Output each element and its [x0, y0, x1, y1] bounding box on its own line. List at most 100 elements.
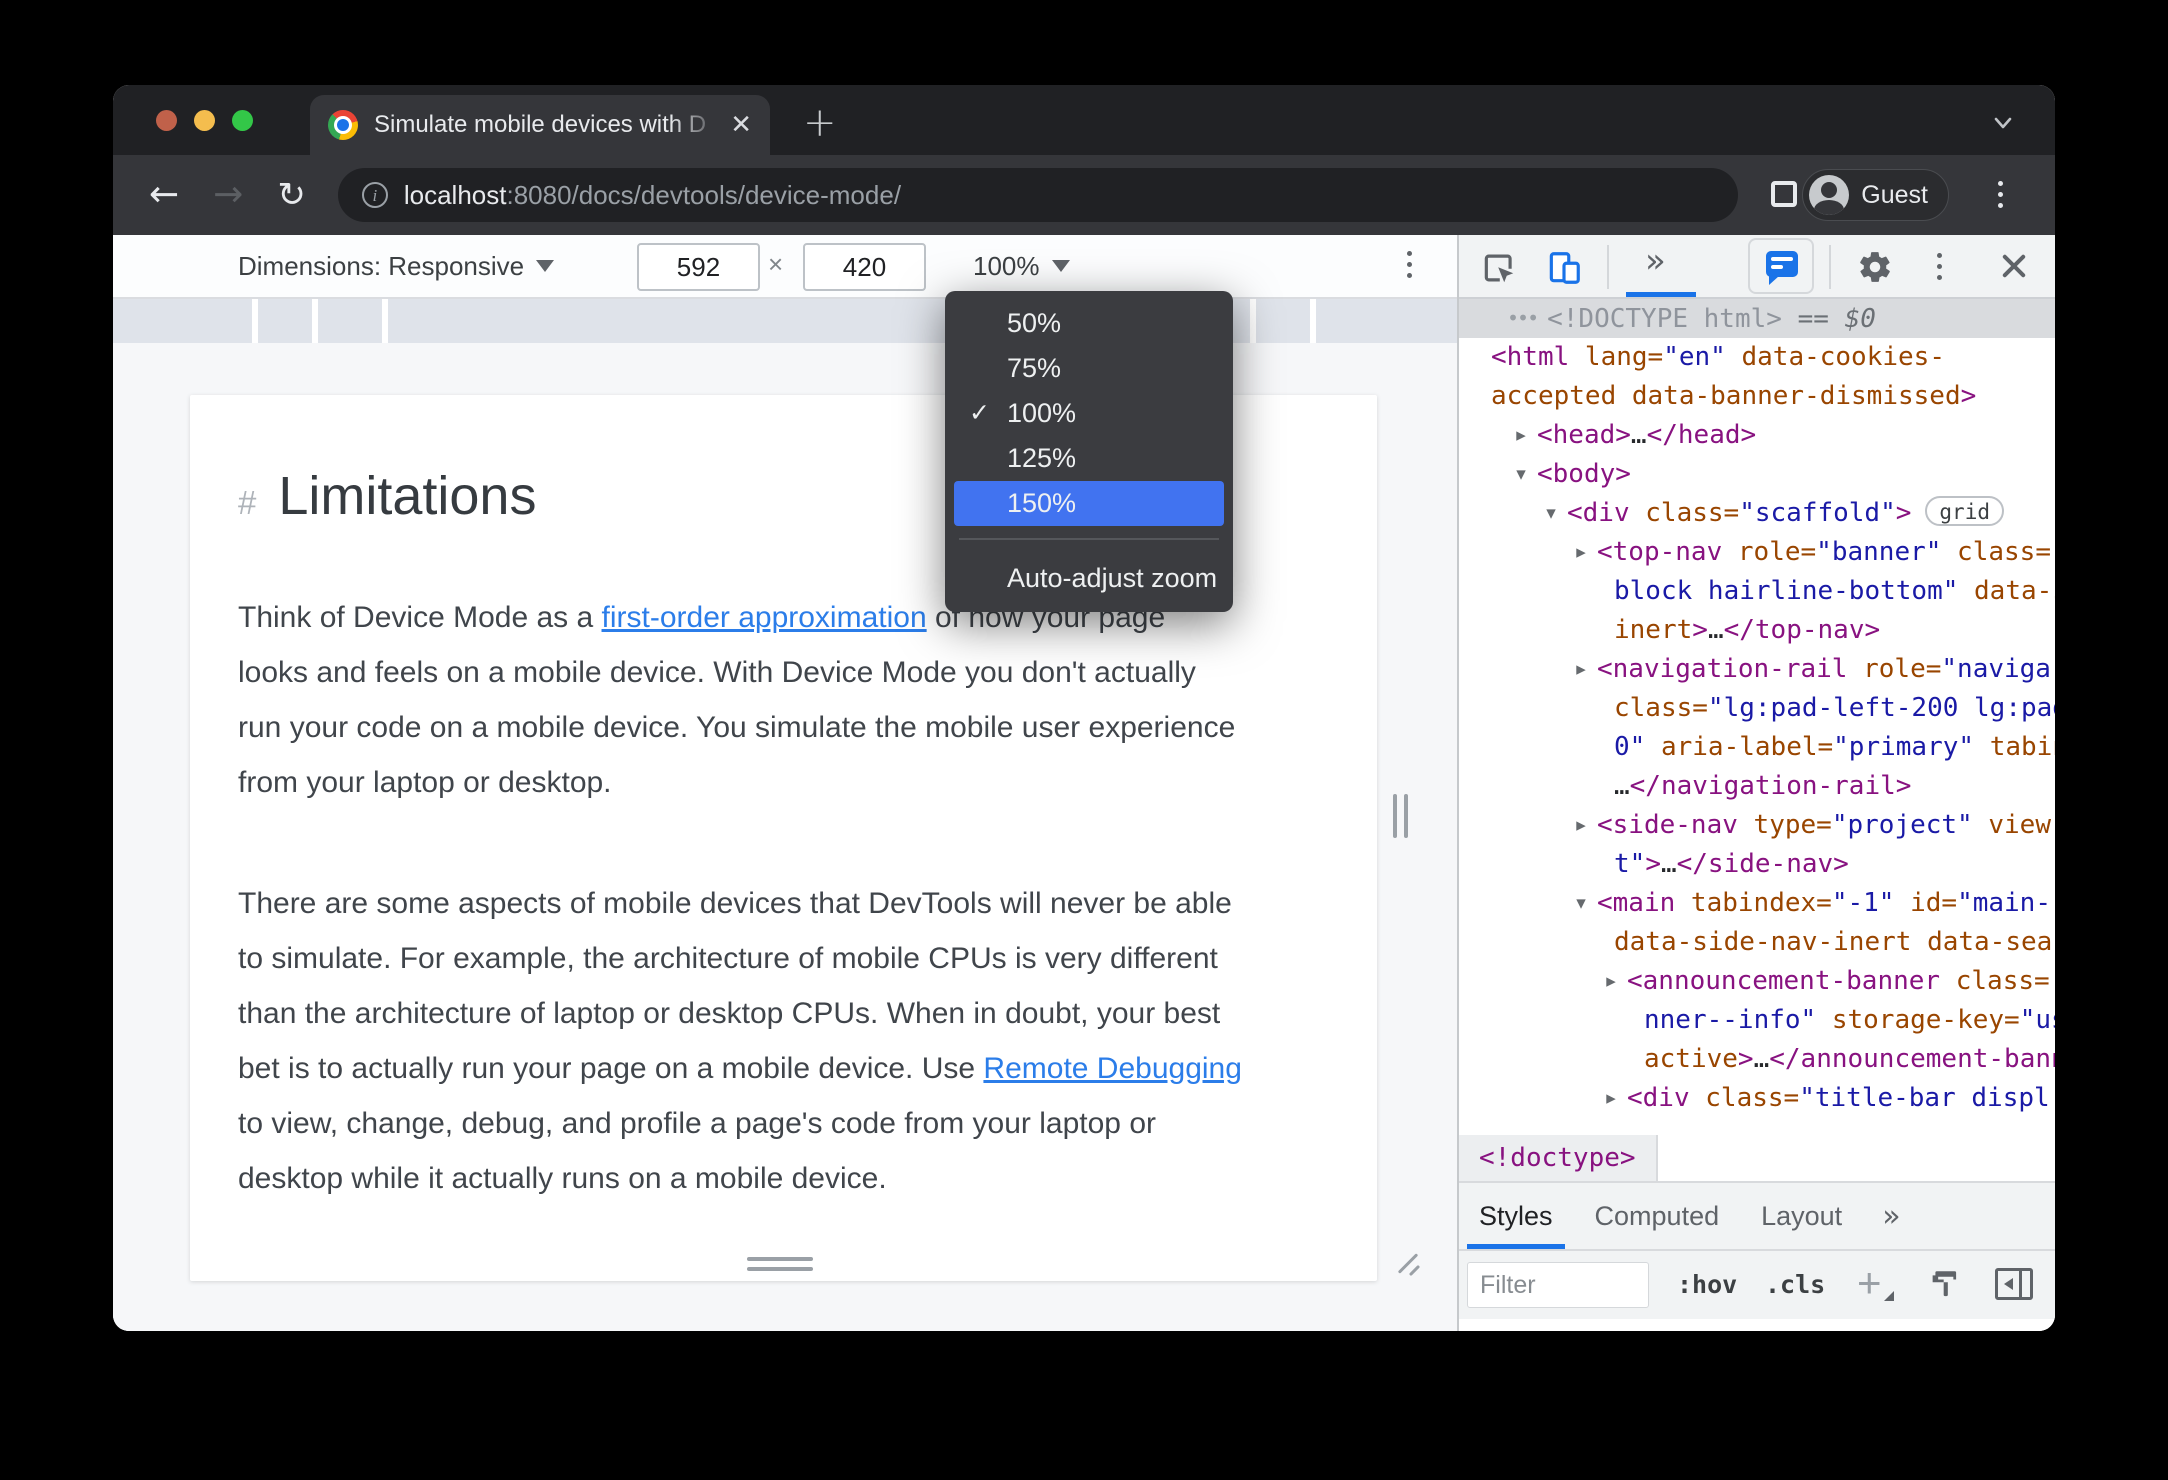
new-style-rule-button[interactable]: + — [1857, 1259, 1893, 1307]
dom-tree-line[interactable]: block hairline-bottom" data-s — [1459, 572, 2055, 611]
expand-arrow-icon[interactable]: ▸ — [1599, 1079, 1623, 1118]
more-tabs-icon[interactable]: » — [1882, 1199, 1900, 1234]
browser-window: Simulate mobile devices with D ✕ + ← → ↻… — [113, 85, 2055, 1331]
text-link[interactable]: Remote Debugging — [983, 1052, 1242, 1085]
dom-tree-line[interactable]: inert>…</top-nav> — [1459, 611, 2055, 650]
browser-menu-icon[interactable] — [1998, 181, 2003, 208]
dom-tree-line[interactable]: active>…</announcement-bann — [1459, 1040, 2055, 1079]
viewport-resize-handle-bottom[interactable] — [747, 1257, 813, 1271]
code-token: aria-label= — [1645, 732, 1834, 762]
code-token: "banner" — [1816, 537, 1942, 567]
dom-tree-line[interactable]: …</navigation-rail> — [1459, 767, 2055, 806]
dom-tree-line[interactable]: ▸ <head>…</head> — [1459, 416, 2055, 455]
inspect-element-icon[interactable] — [1480, 249, 1518, 287]
active-panel-indicator — [1626, 292, 1696, 297]
expand-arrow-icon[interactable]: ▸ — [1569, 650, 1593, 689]
devtools-menu-icon[interactable] — [1937, 253, 1942, 280]
side-panel-icon[interactable] — [1771, 181, 1797, 207]
device-toolbar-toggle-icon[interactable] — [1545, 249, 1583, 287]
styles-pane-tabs: Styles Computed Layout » — [1459, 1183, 2055, 1251]
breadcrumb[interactable]: <!doctype> — [1459, 1135, 1658, 1181]
tab-computed[interactable]: Computed — [1595, 1183, 1720, 1249]
expand-arrow-icon[interactable]: ▸ — [1569, 806, 1593, 845]
dom-tree-line[interactable]: 0" aria-label="primary" tabin — [1459, 728, 2055, 767]
dom-tree-line[interactable]: ▸ <navigation-rail role="naviga — [1459, 650, 2055, 689]
zoom-select[interactable]: 100% — [973, 235, 1070, 297]
profile-button[interactable]: Guest — [1802, 169, 1949, 221]
dom-tree-line[interactable]: class="lg:pad-left-200 lg:pad — [1459, 689, 2055, 728]
code-token: storage-key= — [1816, 1005, 2020, 1035]
text-run: than the architecture of laptop or deskt… — [238, 997, 1221, 1030]
tab-styles[interactable]: Styles — [1467, 1183, 1564, 1249]
grid-badge[interactable]: grid — [1925, 496, 2004, 526]
menu-item-75pct[interactable]: 75% — [945, 346, 1233, 391]
feedback-button[interactable] — [1748, 238, 1814, 294]
heading-anchor-hash[interactable]: # — [238, 484, 256, 522]
dom-tree-line[interactable]: ▾ <body> — [1459, 455, 2055, 494]
viewport-height-input[interactable] — [803, 243, 926, 291]
menu-item-150pct[interactable]: 150% — [954, 481, 1224, 526]
code-token: <!DOCTYPE html> — [1547, 304, 1782, 334]
dimensions-select[interactable]: Dimensions: Responsive — [238, 235, 555, 297]
chevron-down-icon — [1051, 260, 1070, 272]
dom-tree-line[interactable]: t">…</side-nav> — [1459, 845, 2055, 884]
expand-arrow-icon[interactable]: ▸ — [1569, 533, 1593, 572]
expand-arrow-icon[interactable]: ▸ — [1599, 962, 1623, 1001]
browser-tab[interactable]: Simulate mobile devices with D ✕ — [310, 95, 770, 155]
menu-item-label: 50% — [1007, 308, 1062, 338]
text-link[interactable]: first-order approximation — [602, 601, 927, 634]
collapse-arrow-icon[interactable]: ▾ — [1539, 494, 1563, 533]
dom-tree-line[interactable]: ▾ <main tabindex="-1" id="main- — [1459, 884, 2055, 923]
macos-minimize-button[interactable] — [194, 110, 215, 131]
tab-layout[interactable]: Layout — [1761, 1183, 1842, 1249]
macos-fullscreen-button[interactable] — [232, 110, 253, 131]
dom-tree-line[interactable]: ▸ <side-nav type="project" view — [1459, 806, 2055, 845]
back-button[interactable]: ← — [149, 177, 179, 213]
menu-item-50pct[interactable]: 50% — [945, 301, 1233, 346]
dom-tree-line[interactable]: ▸ <div class="title-bar displ — [1459, 1079, 2055, 1118]
code-token: ••• — [1507, 306, 1539, 330]
macos-close-button[interactable] — [156, 110, 177, 131]
dom-tree-line[interactable]: ▾ <div class="scaffold"> grid — [1459, 494, 2055, 533]
address-bar[interactable]: i localhost:8080/docs/devtools/device-mo… — [337, 168, 1738, 222]
devtools-toolbar: » — [1459, 235, 2055, 299]
code-token: view — [1972, 810, 2051, 840]
styles-filter-input[interactable] — [1467, 1262, 1649, 1308]
settings-gear-icon[interactable] — [1857, 249, 1893, 285]
toggle-element-state-button[interactable]: :hov — [1677, 1251, 1737, 1319]
new-tab-button[interactable]: + — [803, 103, 837, 143]
tab-close-icon[interactable]: ✕ — [730, 110, 752, 140]
menu-item-125pct[interactable]: 125% — [945, 436, 1233, 481]
tab-search-chevron-icon[interactable] — [1993, 113, 2013, 133]
profile-name: Guest — [1861, 180, 1928, 209]
menu-item-auto-adjust-zoom[interactable]: Auto-adjust zoom — [945, 552, 1233, 604]
dom-tree-line[interactable]: ▸ <announcement-banner class= — [1459, 962, 2055, 1001]
viewport-resize-handle-right[interactable] — [1393, 794, 1408, 838]
collapse-arrow-icon[interactable]: ▾ — [1569, 884, 1593, 923]
more-panels-icon[interactable]: » — [1645, 241, 1666, 281]
viewport-resize-handle-corner[interactable] — [1395, 1248, 1425, 1278]
collapse-arrow-icon[interactable]: ▾ — [1509, 455, 1533, 494]
viewport-width-input[interactable] — [637, 243, 760, 291]
site-info-icon[interactable]: i — [361, 182, 388, 208]
reload-button[interactable]: ↻ — [277, 178, 306, 212]
dom-tree-line[interactable]: accepted data-banner-dismissed> — [1459, 377, 2055, 416]
expand-arrow-icon[interactable]: ▸ — [1509, 416, 1533, 455]
rendering-emulation-icon[interactable] — [1927, 1267, 1963, 1303]
text-run: looks and feels on a mobile device. With… — [238, 656, 1196, 689]
paragraph-line: to view, change, debug, and profile a pa… — [238, 1096, 1377, 1151]
code-token: > — [1692, 615, 1708, 645]
dom-tree-line[interactable]: ••• <!DOCTYPE html> == $0 — [1459, 299, 2055, 338]
menu-item-100pct[interactable]: ✓ 100% — [945, 391, 1233, 436]
device-toolbar-menu-icon[interactable] — [1407, 251, 1412, 278]
elements-dom-tree: ••• <!DOCTYPE html> == $0 <html lang="en" … — [1459, 299, 2055, 1135]
code-token: accepted data-banner-dismissed — [1491, 381, 1961, 411]
dom-tree-line[interactable]: <html lang="en" data-cookies- — [1459, 338, 2055, 377]
dom-tree-line[interactable]: data-side-nav-inert data-sear — [1459, 923, 2055, 962]
dock-sidebar-toggle-icon[interactable] — [1995, 1268, 2033, 1300]
element-classes-button[interactable]: .cls — [1765, 1251, 1825, 1319]
dom-tree-line[interactable]: ▸ <top-nav role="banner" class= — [1459, 533, 2055, 572]
dom-tree-line[interactable]: nner--info" storage-key="us — [1459, 1001, 2055, 1040]
devtools-close-icon[interactable] — [1999, 251, 2029, 281]
code-token: <announcement-banner — [1627, 966, 1956, 996]
